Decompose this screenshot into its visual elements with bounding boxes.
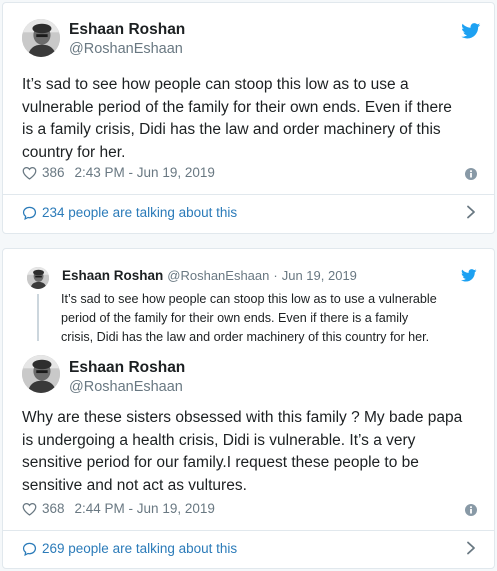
- quoted-header: Eshaan Roshan @RoshanEshaan · Jun 19, 20…: [62, 268, 357, 283]
- info-icon[interactable]: [465, 168, 477, 180]
- speech-bubble-icon: [22, 206, 37, 220]
- tweet-text-line: is a family crisis, Didi has the law and…: [22, 121, 441, 138]
- quoted-date[interactable]: Jun 19, 2019: [282, 268, 357, 283]
- avatar-image: [22, 19, 60, 57]
- quoted-text-line: crisis, Didi has the law and order machi…: [61, 330, 430, 344]
- author-handle[interactable]: @RoshanEshaan: [69, 41, 183, 57]
- tweet-text: Why are these sisters obsessed with this…: [22, 407, 462, 497]
- conversation-link[interactable]: 269 people are talking about this: [22, 541, 237, 556]
- quoted-text-line: period of the family for their own ends.…: [61, 311, 409, 325]
- tweet-text-line: vulnerable period of the family for thei…: [22, 98, 452, 116]
- heart-icon[interactable]: [22, 502, 37, 516]
- tweet-meta: 368 2:44 PM - Jun 19, 2019: [22, 501, 215, 516]
- tweet-text-line: Why are these sisters obsessed with this…: [22, 409, 463, 426]
- tweet-text-line: sensitive and not act as vultures.: [22, 476, 247, 494]
- tweet-text-line: country for her.: [22, 143, 126, 161]
- twitter-bird-icon[interactable]: [461, 269, 477, 282]
- like-count[interactable]: 368: [42, 501, 65, 516]
- speech-bubble-icon: [22, 542, 37, 556]
- quoted-author-name[interactable]: Eshaan Roshan: [62, 268, 163, 283]
- avatar[interactable]: [22, 19, 60, 57]
- tweet-text-line: is undergoing a health crisis, Didi is v…: [22, 431, 416, 449]
- tweet-timestamp[interactable]: 2:43 PM - Jun 19, 2019: [75, 165, 215, 180]
- talking-count[interactable]: 269 people are talking about this: [42, 541, 237, 556]
- tweet-meta: 386 2:43 PM - Jun 19, 2019: [22, 165, 215, 180]
- divider: [3, 530, 494, 531]
- tweet-text-line: sensitive period for our family.I reques…: [22, 454, 419, 471]
- author-handle[interactable]: @RoshanEshaan: [69, 379, 183, 395]
- avatar-image: [22, 355, 60, 393]
- thread-line: [37, 294, 39, 341]
- tweet-card: Eshaan Roshan @RoshanEshaan · Jun 19, 20…: [2, 248, 495, 569]
- quoted-tweet[interactable]: Eshaan Roshan @RoshanEshaan · Jun 19, 20…: [27, 266, 477, 349]
- separator-dot: ·: [273, 268, 278, 283]
- chevron-right-icon[interactable]: [466, 541, 476, 555]
- tweet-text: It’s sad to see how people can stoop thi…: [22, 74, 452, 164]
- info-icon[interactable]: [465, 504, 477, 516]
- tweet-timestamp[interactable]: 2:44 PM - Jun 19, 2019: [75, 501, 215, 516]
- tweet-card: Eshaan Roshan @RoshanEshaan It’s sad to …: [2, 2, 495, 234]
- quoted-author-handle[interactable]: @RoshanEshaan: [167, 268, 269, 283]
- tweet-text-line: It’s sad to see how people can stoop thi…: [22, 76, 409, 93]
- twitter-bird-icon[interactable]: [461, 23, 481, 39]
- quoted-text: It’s sad to see how people can stoop thi…: [61, 290, 437, 347]
- author-name[interactable]: Eshaan Roshan: [69, 21, 185, 39]
- talking-count[interactable]: 234 people are talking about this: [42, 205, 237, 220]
- avatar-image: [27, 267, 49, 289]
- divider: [3, 194, 494, 195]
- chevron-right-icon[interactable]: [466, 205, 476, 219]
- avatar[interactable]: [22, 355, 60, 393]
- author-name[interactable]: Eshaan Roshan: [69, 359, 185, 377]
- like-count[interactable]: 386: [42, 165, 65, 180]
- heart-icon[interactable]: [22, 166, 37, 180]
- conversation-link[interactable]: 234 people are talking about this: [22, 205, 237, 220]
- quoted-avatar[interactable]: [27, 267, 49, 289]
- quoted-text-line: It’s sad to see how people can stoop thi…: [61, 292, 437, 306]
